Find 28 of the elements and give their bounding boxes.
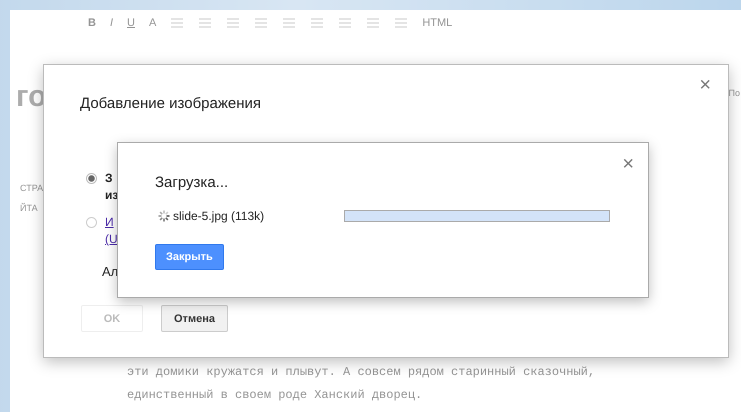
toolbar-button[interactable]: A: [148, 17, 156, 29]
close-upload-button[interactable]: Закрыть: [155, 244, 224, 270]
body-text: эти домики кружатся и плывут. А совсем рядом старинный сказочный,: [127, 364, 596, 381]
list-icon[interactable]: [226, 17, 240, 29]
toolbar-button[interactable]: I: [110, 17, 114, 29]
align-icon[interactable]: [366, 17, 380, 29]
toolbar-button[interactable]: B: [88, 17, 96, 29]
side-label: СТРА: [20, 183, 44, 193]
option-label: З: [105, 170, 114, 187]
file-name: slide-5.jpg (113k): [173, 209, 266, 223]
toolbar-button[interactable]: U: [127, 17, 135, 29]
radio-button[interactable]: [86, 173, 97, 184]
option-link[interactable]: (U: [105, 231, 118, 248]
dialog-title: Загрузка...: [155, 174, 228, 191]
side-label: По: [728, 88, 740, 98]
list-icon[interactable]: [198, 17, 212, 29]
close-button[interactable]: ×: [622, 153, 634, 176]
side-label: ЙТА: [20, 203, 38, 213]
align-icon[interactable]: [310, 17, 324, 29]
body-text: единственный в своем роде Ханский дворец.: [127, 387, 424, 404]
align-icon[interactable]: [338, 17, 352, 29]
html-button[interactable]: HTML: [422, 17, 452, 29]
spinner-icon: [158, 210, 170, 222]
option-link[interactable]: И: [105, 214, 118, 231]
close-button[interactable]: ×: [699, 74, 711, 97]
dialog-button[interactable]: Отмена: [161, 305, 228, 332]
dialog-title: Добавление изображения: [80, 95, 262, 112]
radio-button[interactable]: [86, 217, 97, 228]
